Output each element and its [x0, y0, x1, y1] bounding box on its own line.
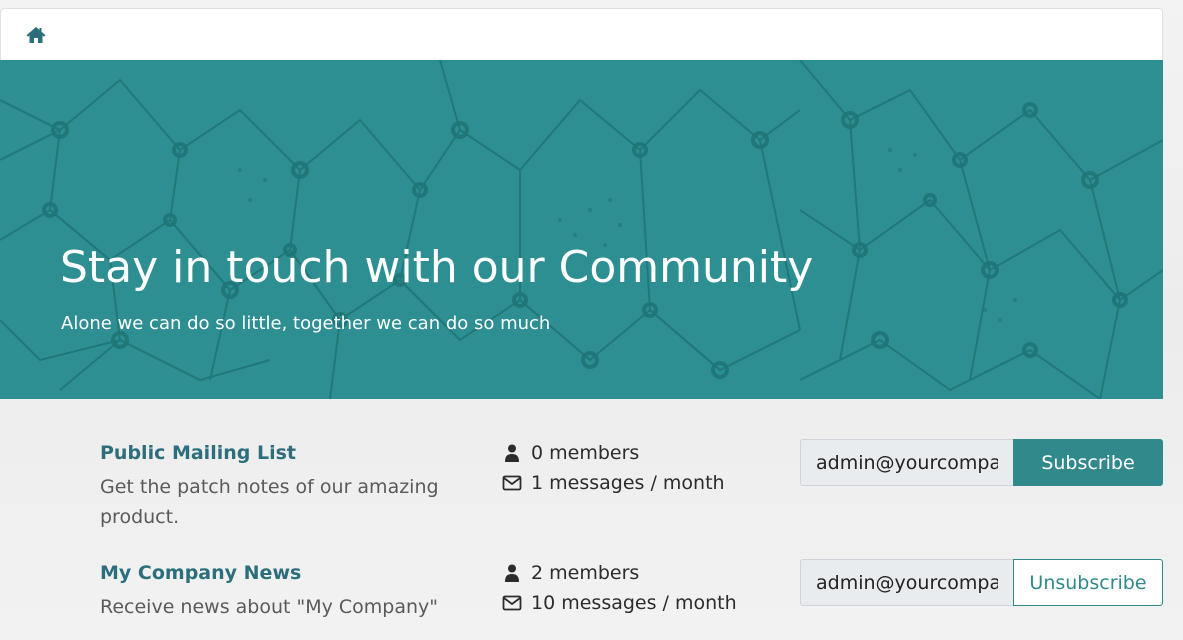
hero-banner: Stay in touch with our Community Alone w… [0, 60, 1163, 399]
network-pattern-background [0, 60, 1163, 399]
messages-count: 10 messages / month [502, 592, 737, 614]
unsubscribe-button[interactable]: Unsubscribe [1013, 559, 1163, 606]
mailing-list-description: Receive news about "My Company" [100, 596, 439, 618]
members-count: 0 members [502, 442, 639, 464]
home-icon[interactable] [25, 25, 47, 45]
envelope-icon [502, 473, 522, 493]
breadcrumb [0, 8, 1163, 60]
user-icon [502, 443, 522, 463]
hero-title: Stay in touch with our Community [60, 242, 814, 293]
envelope-icon [502, 593, 522, 613]
members-label: 0 members [531, 442, 640, 464]
subscribe-button[interactable]: Subscribe [1013, 439, 1163, 486]
mailing-list-description: Get the patch notes of our amazing produ… [100, 476, 439, 528]
mailing-list-name: My Company News [100, 562, 302, 584]
messages-count: 1 messages / month [502, 472, 725, 494]
user-icon [502, 563, 522, 583]
messages-label: 10 messages / month [531, 592, 737, 614]
email-field[interactable] [800, 439, 1013, 486]
subscribe-form: Subscribe [800, 439, 1163, 486]
mailing-list-row: Public Mailing List Get the patch notes … [0, 436, 1163, 548]
mailing-list-name: Public Mailing List [100, 442, 296, 464]
subscribe-form: Unsubscribe [800, 559, 1163, 606]
email-field[interactable] [800, 559, 1013, 606]
messages-label: 1 messages / month [531, 472, 725, 494]
members-label: 2 members [531, 562, 640, 584]
mailing-list-row: My Company News Receive news about "My C… [0, 556, 1163, 640]
members-count: 2 members [502, 562, 639, 584]
hero-subtitle: Alone we can do so little, together we c… [61, 313, 551, 334]
